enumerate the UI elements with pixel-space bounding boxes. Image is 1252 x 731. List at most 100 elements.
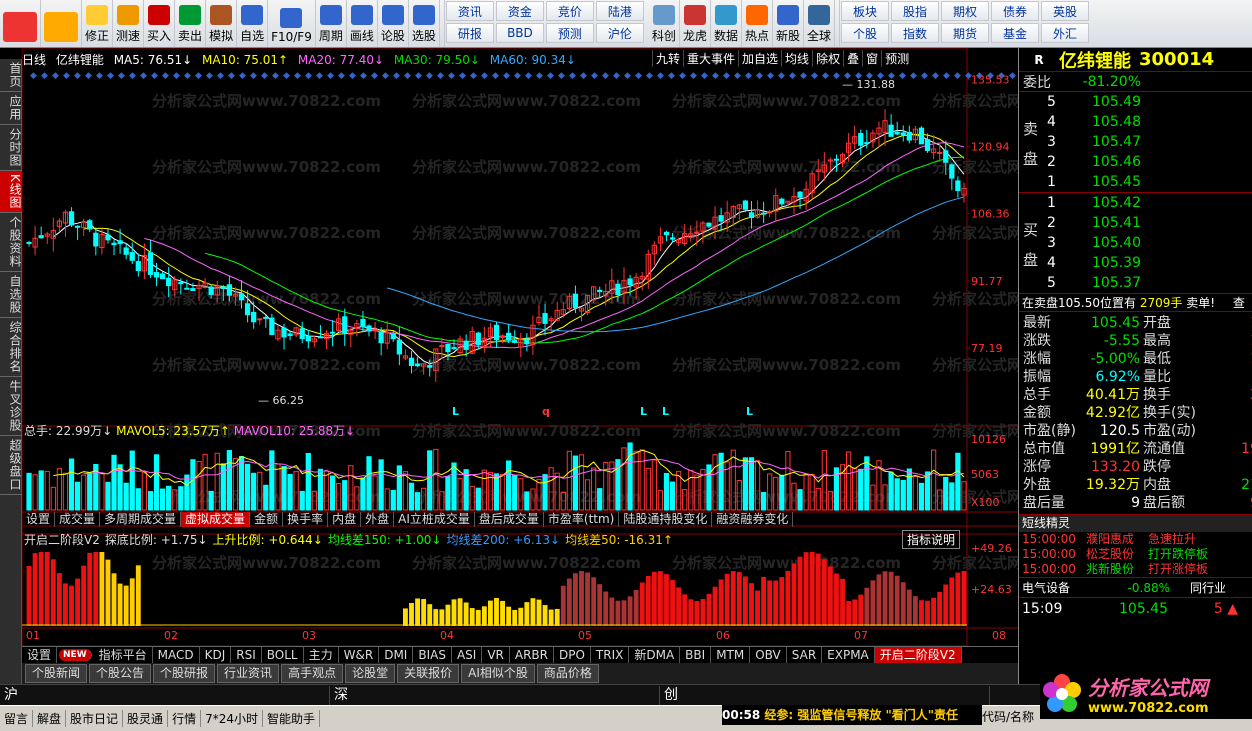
news-tab-6[interactable]: 关联报价 (397, 664, 460, 683)
nav-tab-8[interactable]: W&R (339, 647, 380, 663)
kline-chart-svg[interactable]: 分析家公式网www.70822.com 分析家公式网www.70822.com 分析… (22, 48, 1018, 646)
status-item-0[interactable]: 留言 (0, 710, 34, 727)
short-item[interactable]: 15:00:00 松芝股份 打开跌停板 (1019, 547, 1252, 562)
sellrows-row[interactable]: 2 105.46 (1019, 152, 1252, 172)
volume-tab-9[interactable]: 盘后成交量 (475, 512, 544, 527)
volume-tab-6[interactable]: 内盘 (328, 512, 362, 527)
status-item-5[interactable]: 7*24小时 (201, 710, 263, 727)
sidebar-tab-2[interactable]: 分时图 (0, 125, 22, 171)
nav-tab-11[interactable]: ASI (452, 647, 483, 663)
sector-name[interactable]: 电气设备 (1022, 578, 1112, 597)
nav-tab-10[interactable]: BIAS (413, 647, 452, 663)
toolbar-button-0[interactable] (0, 0, 41, 47)
toolbar-button-1[interactable] (41, 0, 82, 47)
nav-tab-13[interactable]: ARBR (510, 647, 554, 663)
sidebar-tab-5[interactable]: 自选股 (0, 272, 22, 318)
news-tab-5[interactable]: 论股堂 (345, 664, 396, 683)
toolbar-grid-top-3[interactable]: 陆港 (595, 1, 644, 21)
toolbar-grid2-top-1[interactable]: 股指 (891, 1, 940, 21)
toolbar-button-6[interactable]: 模拟 (206, 0, 238, 47)
status-item-4[interactable]: 行情 (168, 710, 202, 727)
toolbar-button-10[interactable]: 画线 (347, 0, 378, 47)
index-cell-1[interactable]: 深 (330, 685, 660, 705)
kline-chart-area[interactable]: 分析家公式网www.70822.com 分析家公式网www.70822.com 分析… (22, 48, 1018, 646)
buyrows-row[interactable]: 5 105.37 (1019, 273, 1252, 293)
volume-tab-3[interactable]: 虚拟成交量 (181, 512, 251, 527)
sellrows-row[interactable]: 3 105.47 (1019, 132, 1252, 152)
toolbar-button-7[interactable]: 自选 (237, 0, 269, 47)
volume-tab-11[interactable]: 陆股通持股变化 (619, 512, 713, 527)
toolbar-button2-2[interactable]: 数据 (711, 0, 742, 47)
nav-tab-19[interactable]: OBV (750, 647, 787, 663)
kline-button-1[interactable]: 重大事件 (683, 50, 738, 67)
toolbar-grid2-bottom-2[interactable]: 期货 (941, 23, 990, 43)
nav-tab-3[interactable]: MACD (153, 647, 200, 663)
order-note-button[interactable]: 查 (1233, 296, 1245, 310)
news-ticker[interactable]: 00:58 经参: 强监管信号释放 "看门人"责任 (722, 705, 982, 725)
toolbar-button-3[interactable]: 测速 (113, 0, 145, 47)
toolbar-grid2-bottom-4[interactable]: 外汇 (1041, 23, 1090, 43)
kline-button-6[interactable]: 窗 (862, 50, 881, 67)
same-industry-button[interactable]: 同行业 (1190, 578, 1226, 597)
short-item[interactable]: 15:00:00 兆新股份 打开涨停板 (1019, 562, 1252, 577)
sidebar-tab-0[interactable]: 首页 (0, 59, 22, 92)
toolbar-button-12[interactable]: 选股 (409, 0, 440, 47)
nav-tab-21[interactable]: EXPMA (822, 647, 875, 663)
news-tab-3[interactable]: 行业资讯 (217, 664, 280, 683)
toolbar-button-5[interactable]: 卖出 (175, 0, 207, 47)
toolbar-grid-top-2[interactable]: 竞价 (545, 1, 594, 21)
toolbar-grid-top-0[interactable]: 资讯 (445, 1, 494, 21)
news-tab-8[interactable]: 商品价格 (536, 664, 599, 683)
status-item-6[interactable]: 智能助手 (263, 710, 320, 727)
buyrows-row[interactable]: 4 105.39 (1019, 253, 1252, 273)
volume-tab-2[interactable]: 多周期成交量 (100, 512, 182, 527)
nav-tab-4[interactable]: KDJ (200, 647, 232, 663)
toolbar-button-2[interactable]: 修正 (82, 0, 114, 47)
nav-tab-0[interactable]: 设置 (22, 647, 58, 663)
nav-tab-22[interactable]: 开启二阶段V2 (874, 647, 962, 663)
toolbar-grid-bottom-3[interactable]: 沪伦 (595, 23, 644, 43)
toolbar-grid2-bottom-1[interactable]: 指数 (891, 23, 940, 43)
sellrows-row[interactable]: 1 105.45 (1019, 172, 1252, 192)
toolbar-grid-bottom-2[interactable]: 预测 (545, 23, 594, 43)
index-cell-2[interactable]: 创 (660, 685, 990, 705)
sidebar-tab-1[interactable]: 应用 (0, 92, 22, 125)
toolbar-button2-0[interactable]: 科创 (649, 0, 680, 47)
volume-tab-1[interactable]: 成交量 (55, 512, 101, 527)
volume-tab-4[interactable]: 金额 (250, 512, 284, 527)
toolbar-button2-3[interactable]: 热点 (742, 0, 773, 47)
code-search-label[interactable]: 代码/名称 (982, 708, 1034, 725)
news-tab-4[interactable]: 高手观点 (281, 664, 344, 683)
toolbar-grid2-bottom-0[interactable]: 个股 (841, 23, 890, 43)
toolbar-button-9[interactable]: 周期 (316, 0, 347, 47)
toolbar-grid2-top-4[interactable]: 英股 (1041, 1, 1090, 21)
nav-tab-7[interactable]: 主力 (304, 647, 339, 663)
buyrows-row[interactable]: 1 105.42 (1019, 193, 1252, 213)
nav-tab-17[interactable]: BBI (680, 647, 712, 663)
toolbar-grid-top-1[interactable]: 资金 (495, 1, 544, 21)
sellrows-row[interactable]: 4 105.48 (1019, 112, 1252, 132)
toolbar-grid2-top-3[interactable]: 债券 (991, 1, 1040, 21)
news-tab-2[interactable]: 个股研报 (153, 664, 216, 683)
sidebar-tab-4[interactable]: 个股资料 (0, 213, 22, 272)
nav-tab-12[interactable]: VR (482, 647, 510, 663)
volume-tab-7[interactable]: 外盘 (361, 512, 395, 527)
nav-tab-6[interactable]: BOLL (262, 647, 304, 663)
status-item-2[interactable]: 股市日记 (66, 710, 124, 727)
toolbar-grid-bottom-0[interactable]: 研报 (445, 23, 494, 43)
toolbar-button2-5[interactable]: 全球 (804, 0, 836, 47)
short-item[interactable]: 15:00:00 濮阳惠成 急速拉升 (1019, 532, 1252, 547)
kline-button-7[interactable]: 预测 (881, 50, 912, 67)
volume-tab-10[interactable]: 市盈率(ttm) (544, 512, 620, 527)
nav-tab-20[interactable]: SAR (787, 647, 823, 663)
volume-tab-0[interactable]: 设置 (22, 512, 56, 527)
toolbar-grid2-bottom-3[interactable]: 基金 (991, 23, 1040, 43)
nav-tab-16[interactable]: 新DMA (629, 647, 681, 663)
indicator-help-button[interactable]: 指标说明 (902, 530, 961, 549)
volume-tab-8[interactable]: AI立桩成交量 (394, 512, 475, 527)
buyrows-row[interactable]: 2 105.41 (1019, 213, 1252, 233)
nav-tab-14[interactable]: DPO (554, 647, 591, 663)
nav-tab-18[interactable]: MTM (711, 647, 751, 663)
nav-tab-1[interactable]: NEW (59, 649, 92, 661)
kline-button-2[interactable]: 加自选 (738, 50, 781, 67)
